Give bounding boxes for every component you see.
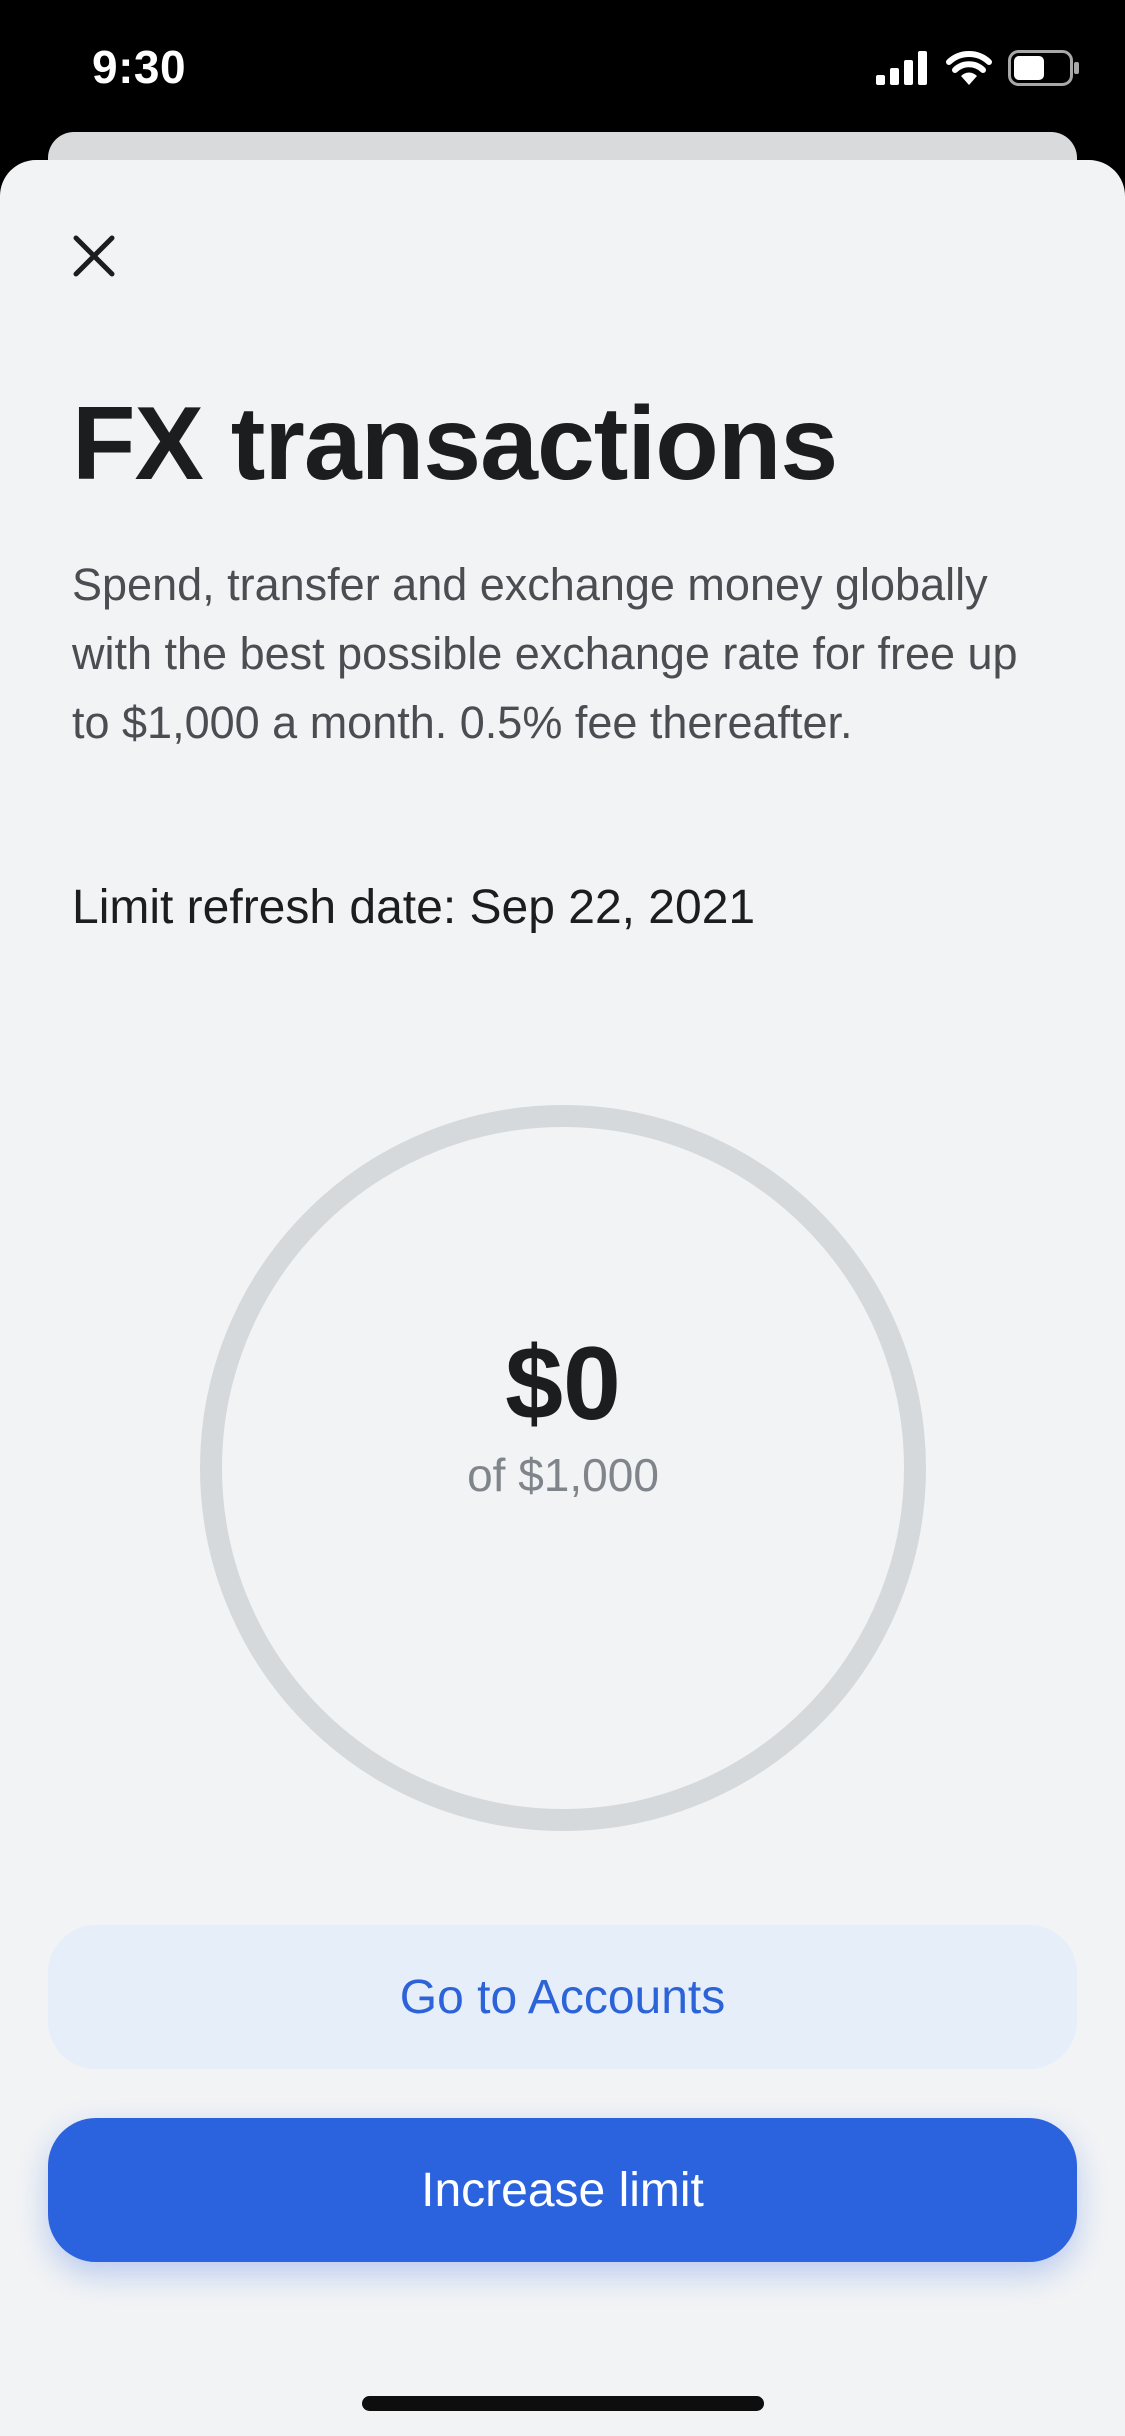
signal-icon bbox=[876, 50, 930, 90]
status-icons bbox=[876, 48, 1080, 92]
go-to-accounts-button[interactable]: Go to Accounts bbox=[48, 1925, 1077, 2069]
status-time: 9:30 bbox=[92, 41, 187, 93]
close-icon bbox=[72, 234, 116, 283]
status-bar: 9:30 bbox=[0, 0, 1125, 135]
fx-description: Spend, transfer and exchange money globa… bbox=[72, 559, 1018, 748]
close-button[interactable] bbox=[58, 222, 130, 294]
usage-amount: $0 bbox=[505, 1326, 621, 1442]
limit-refresh-date: Limit refresh date: Sep 22, 2021 bbox=[72, 881, 756, 934]
increase-limit-button[interactable]: Increase limit bbox=[48, 2118, 1077, 2262]
battery-icon bbox=[1008, 49, 1080, 91]
fx-limit-sheet: FX transactions Spend, transfer and exch… bbox=[0, 160, 1125, 2436]
home-indicator bbox=[362, 2396, 764, 2411]
usage-gauge: $0 of $1,000 bbox=[200, 1105, 926, 1831]
wifi-icon bbox=[946, 50, 992, 90]
usage-limit: of $1,000 bbox=[467, 1449, 659, 1501]
page-title: FX transactions bbox=[72, 386, 838, 502]
